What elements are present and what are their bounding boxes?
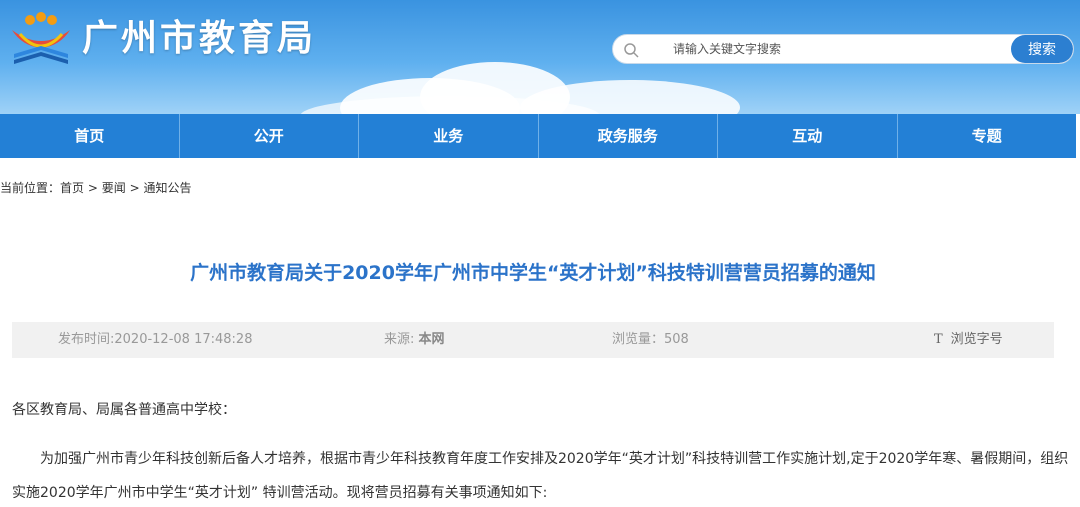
- article-source: 来源: 本网: [384, 332, 445, 348]
- view-count: 浏览量：508: [612, 332, 689, 348]
- source-label: 来源:: [384, 332, 419, 347]
- publish-time: 发布时间:2020-12-08 17:48:28: [58, 332, 252, 348]
- font-size-label: 浏览字号: [950, 332, 1003, 347]
- nav-item-topics[interactable]: 专题: [898, 114, 1077, 158]
- article-meta-bar: 发布时间:2020-12-08 17:48:28 来源: 本网 浏览量：508 …: [12, 322, 1054, 358]
- search-input[interactable]: [673, 35, 1003, 63]
- article-title: 广州市教育局关于2020学年广州市中学生“英才计划”科技特训营营员招募的通知: [190, 262, 876, 284]
- nav-item-gov-services[interactable]: 政务服务: [539, 114, 718, 158]
- breadcrumb-home-link[interactable]: 首页: [60, 181, 84, 195]
- site-header: 广州市教育局 搜索: [0, 0, 1080, 114]
- nav-item-public[interactable]: 公开: [180, 114, 359, 158]
- views-value: 508: [664, 332, 689, 347]
- search-button[interactable]: 搜索: [1011, 35, 1073, 63]
- publish-time-value: 2020-12-08 17:48:28: [114, 332, 253, 347]
- breadcrumb-prefix: 当前位置：: [0, 181, 61, 195]
- article-body: 各区教育局、局属各普通高中学校： 为加强广州市青少年科技创新后备人才培养，根据市…: [12, 400, 1072, 507]
- search-icon: [624, 43, 639, 58]
- font-size-icon: T: [934, 332, 943, 347]
- search-bar: 搜索: [612, 34, 1074, 64]
- breadcrumb-separator: >: [129, 181, 140, 195]
- article-greeting: 各区教育局、局属各普通高中学校：: [12, 402, 236, 418]
- publish-time-label: 发布时间:: [58, 332, 115, 347]
- breadcrumb-separator: >: [87, 181, 98, 195]
- nav-item-interaction[interactable]: 互动: [718, 114, 898, 158]
- site-title[interactable]: 广州市教育局: [82, 18, 316, 60]
- breadcrumb-news-link[interactable]: 要闻: [102, 181, 126, 195]
- views-label: 浏览量：: [612, 332, 665, 347]
- nav-item-business[interactable]: 业务: [359, 114, 539, 158]
- article-paragraph: 为加强广州市青少年科技创新后备人才培养，根据市青少年科技教育年度工作安排及202…: [12, 451, 1069, 501]
- breadcrumb: 当前位置：首页 > 要闻 > 通知公告: [0, 180, 192, 196]
- font-size-toggle[interactable]: T 浏览字号: [934, 332, 1003, 348]
- nav-item-home[interactable]: 首页: [0, 114, 180, 158]
- bureau-logo-icon[interactable]: [8, 12, 74, 72]
- source-value: 本网: [418, 332, 445, 347]
- breadcrumb-notices-link[interactable]: 通知公告: [143, 181, 191, 195]
- main-nav: 首页 公开 业务 政务服务 互动 专题: [0, 114, 1076, 158]
